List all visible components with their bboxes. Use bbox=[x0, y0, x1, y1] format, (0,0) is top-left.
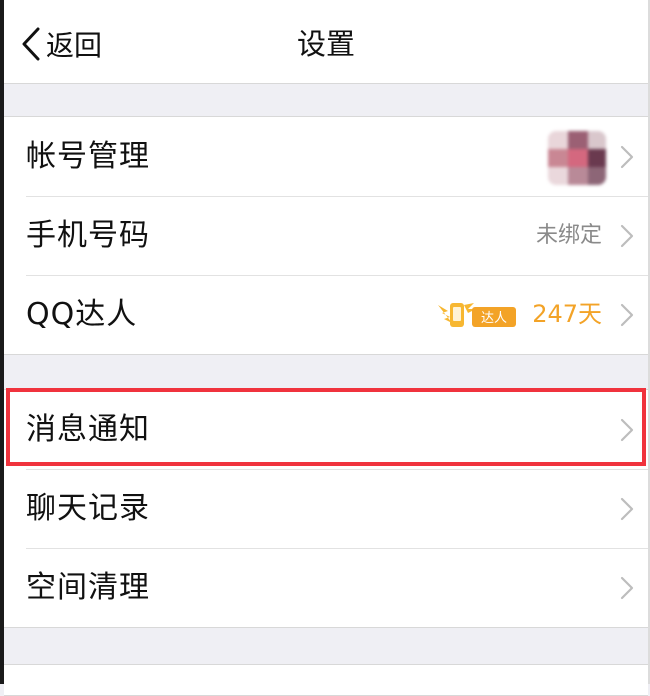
chevron-right-icon bbox=[620, 418, 634, 442]
row-label: 聊天记录 bbox=[26, 491, 150, 526]
row-label: 空间清理 bbox=[26, 570, 150, 605]
row-label: 手机号码 bbox=[26, 218, 150, 253]
navigation-bar: 返回 设置 bbox=[4, 0, 648, 84]
chevron-right-icon bbox=[620, 145, 634, 169]
chevron-right-icon bbox=[620, 224, 634, 248]
chevron-right-icon bbox=[620, 303, 634, 327]
row-phone-number[interactable]: 手机号码 未绑定 bbox=[4, 196, 648, 275]
qq-master-days: 247天 bbox=[532, 300, 602, 328]
phone-binding-status: 未绑定 bbox=[535, 223, 602, 248]
row-label: 消息通知 bbox=[26, 412, 150, 447]
badge-text: 达人 bbox=[481, 311, 507, 326]
chevron-right-icon bbox=[620, 576, 634, 600]
avatar bbox=[548, 131, 606, 185]
settings-group-next bbox=[4, 664, 648, 696]
row-chat-history[interactable]: 聊天记录 bbox=[4, 469, 648, 548]
row-label: 帐号管理 bbox=[26, 139, 150, 174]
row-account-management[interactable]: 帐号管理 bbox=[4, 117, 648, 196]
row-message-notifications[interactable]: 消息通知 bbox=[4, 390, 648, 469]
row-label: QQ达人 bbox=[26, 297, 138, 332]
qq-master-badge-icon: 达人 bbox=[438, 303, 516, 327]
settings-group-account: 帐号管理 手机号码 未绑定 QQ达人 达人 247天 bbox=[4, 116, 648, 355]
chevron-right-icon bbox=[620, 497, 634, 521]
row-qq-master[interactable]: QQ达人 达人 247天 bbox=[4, 275, 648, 354]
settings-group-messages: 消息通知 聊天记录 空间清理 bbox=[4, 389, 648, 628]
page-title: 设置 bbox=[296, 27, 355, 61]
row-storage-cleanup[interactable]: 空间清理 bbox=[4, 548, 648, 627]
